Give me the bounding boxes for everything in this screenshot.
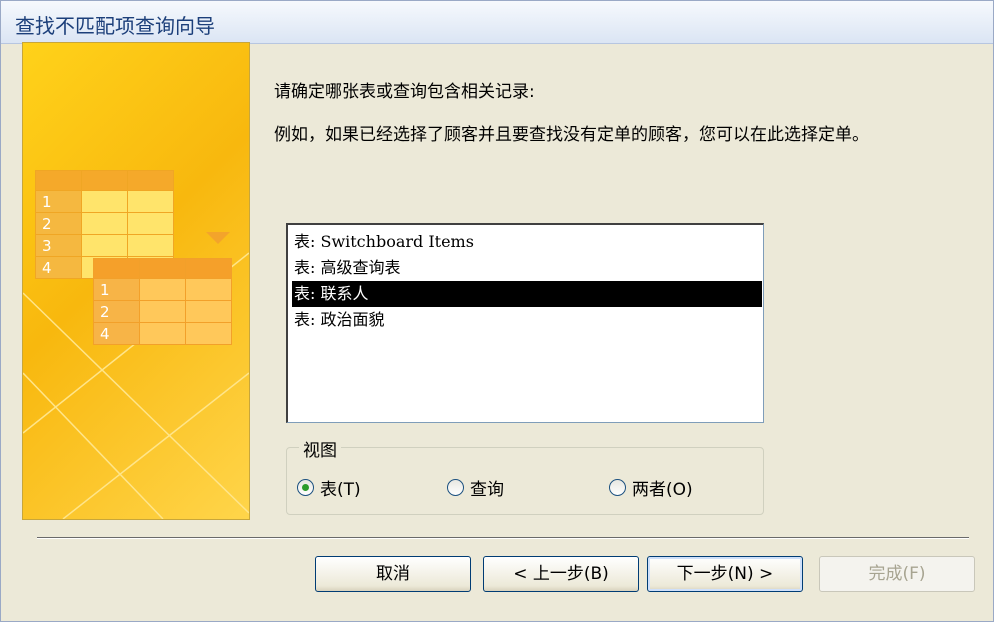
view-group-legend: 视图: [299, 436, 341, 461]
next-button[interactable]: 下一步(N) >: [647, 556, 803, 592]
title-bar: 查找不匹配项查询向导: [1, 1, 993, 44]
row-number: 4: [93, 322, 140, 345]
list-item-selected[interactable]: 表: 联系人: [292, 281, 762, 307]
row-number: 1: [93, 278, 140, 301]
separator-line: [37, 537, 969, 539]
finish-button[interactable]: 完成(F): [819, 556, 975, 592]
row-number: 3: [35, 234, 82, 257]
row-number: 2: [35, 212, 82, 235]
arrow-down-icon: [206, 232, 230, 244]
table-icon-b: 1 2 4: [93, 258, 232, 345]
radio-unchecked-icon[interactable]: [609, 478, 626, 496]
row-number: 1: [35, 190, 82, 213]
table-query-listbox[interactable]: 表: Switchboard Items 表: 高级查询表 表: 联系人 表: …: [286, 223, 764, 423]
list-item[interactable]: 表: Switchboard Items: [292, 229, 762, 255]
row-number: 2: [93, 300, 140, 323]
instruction-prompt: 请确定哪张表或查询包含相关记录:: [274, 82, 535, 102]
radio-label: 表(T): [320, 479, 361, 500]
row-number: 4: [35, 256, 82, 279]
instruction-example: 例如，如果已经选择了顾客并且要查找没有定单的顾客，您可以在此选择定单。: [274, 125, 869, 145]
wizard-illustration: 1 2 3 4 1 2 4: [22, 42, 250, 520]
window-title: 查找不匹配项查询向导: [15, 14, 215, 38]
radio-label: 查询: [470, 479, 504, 500]
radio-tables[interactable]: 表(T): [297, 476, 361, 500]
list-item[interactable]: 表: 政治面貌: [292, 307, 762, 333]
back-button[interactable]: < 上一步(B): [483, 556, 639, 592]
radio-checked-icon[interactable]: [297, 478, 314, 496]
radio-queries[interactable]: 查询: [447, 476, 504, 500]
list-item[interactable]: 表: 高级查询表: [292, 255, 762, 281]
radio-label: 两者(O): [632, 479, 693, 500]
radio-both[interactable]: 两者(O): [609, 476, 693, 500]
view-group: 视图 表(T) 查询 两者(O): [286, 436, 764, 515]
cancel-button[interactable]: 取消: [315, 556, 471, 592]
wizard-window: 查找不匹配项查询向导 1 2 3 4 1 2 4 请确定哪张表或查询包含相关记录…: [0, 0, 994, 622]
radio-unchecked-icon[interactable]: [447, 478, 464, 496]
